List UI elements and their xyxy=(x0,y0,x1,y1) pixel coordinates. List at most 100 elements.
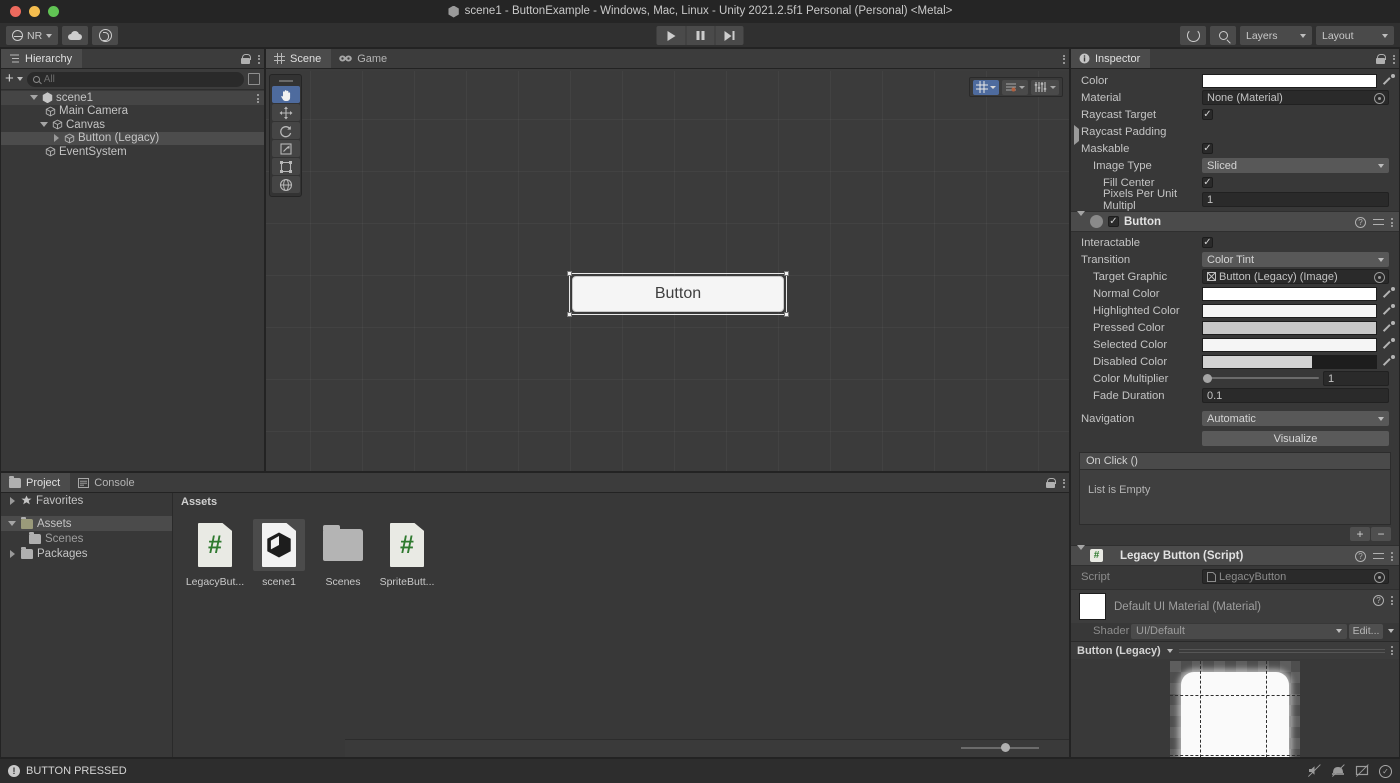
move-tool-button[interactable] xyxy=(272,104,300,121)
panel-menu-icon[interactable] xyxy=(258,55,260,64)
maskable-checkbox[interactable] xyxy=(1202,143,1213,154)
disabled-color-swatch[interactable] xyxy=(1202,355,1377,369)
selected-color-swatch[interactable] xyxy=(1202,338,1377,352)
account-button[interactable]: NR xyxy=(6,26,58,45)
eyedropper-icon[interactable] xyxy=(1384,321,1395,332)
navigation-dropdown[interactable]: Automatic xyxy=(1202,411,1389,426)
lock-icon[interactable] xyxy=(1376,54,1385,64)
tab-scene[interactable]: Scene xyxy=(266,49,331,68)
hierarchy-item-button-legacy[interactable]: Button (Legacy) xyxy=(1,132,264,146)
onclick-list[interactable]: List is Empty xyxy=(1080,470,1390,524)
panel-menu-icon[interactable] xyxy=(1063,55,1065,64)
highlighted-color-swatch[interactable] xyxy=(1202,304,1377,318)
expand-arrow-icon[interactable] xyxy=(39,122,49,127)
component-menu-icon[interactable] xyxy=(1391,596,1393,605)
remove-listener-button[interactable]: − xyxy=(1371,527,1391,541)
preset-icon[interactable] xyxy=(1373,217,1384,228)
pause-button[interactable] xyxy=(686,26,715,45)
transform-tool-button[interactable] xyxy=(272,176,300,193)
asset-item-scenes-folder[interactable]: Scenes xyxy=(311,519,375,588)
play-button[interactable] xyxy=(657,26,686,45)
chevron-down-icon[interactable] xyxy=(1388,629,1394,633)
rotate-tool-button[interactable] xyxy=(272,122,300,139)
grid-snap-button[interactable] xyxy=(973,80,999,95)
tab-console[interactable]: Console xyxy=(70,473,144,492)
hierarchy-item-main-camera[interactable]: Main Camera xyxy=(1,105,264,119)
mute-audio-icon[interactable] xyxy=(1307,764,1321,778)
search-button[interactable] xyxy=(1210,26,1236,45)
color-multiplier-slider-track[interactable] xyxy=(1205,377,1319,379)
pixels-per-unit-input[interactable]: 1 xyxy=(1202,192,1389,207)
edit-shader-button[interactable]: Edit... xyxy=(1349,624,1383,639)
collab-button[interactable] xyxy=(92,26,118,45)
button-component-header[interactable]: Button ? xyxy=(1071,211,1399,232)
rect-tool-button[interactable] xyxy=(272,158,300,175)
panel-menu-icon[interactable] xyxy=(1063,479,1065,488)
image-type-dropdown[interactable]: Sliced xyxy=(1202,158,1389,173)
material-object-field[interactable]: None (Material) xyxy=(1202,90,1389,105)
tab-inspector[interactable]: Inspector xyxy=(1071,49,1150,68)
object-picker-icon[interactable] xyxy=(1374,272,1385,283)
search-expand-icon[interactable] xyxy=(248,73,260,85)
layers-visibility-button[interactable] xyxy=(1002,80,1028,95)
target-graphic-object-field[interactable]: Button (Legacy) (Image) xyxy=(1202,269,1389,284)
hierarchy-search-input[interactable]: All xyxy=(27,72,244,87)
raycast-target-checkbox[interactable] xyxy=(1202,109,1213,120)
lock-icon[interactable] xyxy=(1046,478,1055,488)
eyedropper-icon[interactable] xyxy=(1384,355,1395,366)
pressed-color-swatch[interactable] xyxy=(1202,321,1377,335)
fade-duration-input[interactable]: 0.1 xyxy=(1202,388,1389,403)
preview-menu-icon[interactable] xyxy=(1391,646,1393,655)
component-tools-button[interactable] xyxy=(1031,80,1059,95)
object-picker-icon[interactable] xyxy=(1374,572,1385,583)
project-tree-packages[interactable]: Packages xyxy=(1,546,172,561)
zoom-slider-knob[interactable] xyxy=(1001,743,1010,752)
help-icon[interactable]: ? xyxy=(1355,217,1366,228)
preset-icon[interactable] xyxy=(1373,551,1384,562)
sprite-preview-area[interactable]: Button (Legacy) Image Size: 32x32 xyxy=(1071,659,1399,757)
undo-history-button[interactable] xyxy=(1180,26,1206,45)
tab-project[interactable]: Project xyxy=(1,473,70,492)
component-menu-icon[interactable] xyxy=(1391,552,1393,561)
normal-color-swatch[interactable] xyxy=(1202,287,1377,301)
create-object-button[interactable]: + xyxy=(5,74,23,84)
asset-zoom-slider[interactable] xyxy=(961,746,1039,749)
help-icon[interactable]: ? xyxy=(1355,551,1366,562)
row-menu-icon[interactable] xyxy=(257,94,259,103)
project-tree-scenes[interactable]: Scenes xyxy=(1,531,172,546)
button-component-enabled-checkbox[interactable] xyxy=(1108,216,1119,227)
script-component-header[interactable]: # Legacy Button (Script) ? xyxy=(1071,545,1399,566)
object-picker-icon[interactable] xyxy=(1374,93,1385,104)
layers-dropdown[interactable]: Layers xyxy=(1240,26,1312,45)
cloud-services-button[interactable] xyxy=(62,26,88,45)
component-menu-icon[interactable] xyxy=(1391,218,1393,227)
color-multiplier-slider-knob[interactable] xyxy=(1203,374,1212,383)
expand-arrow-icon[interactable] xyxy=(7,550,17,558)
hierarchy-item-scene1[interactable]: scene1 xyxy=(1,91,264,105)
mute-notifications-icon[interactable] xyxy=(1331,764,1345,778)
tab-game[interactable]: Game xyxy=(331,49,397,68)
asset-item-spritebutton[interactable]: # SpriteButt... xyxy=(375,519,439,588)
hierarchy-item-eventsystem[interactable]: EventSystem xyxy=(1,145,264,159)
project-tree-favorites[interactable]: Favorites xyxy=(1,493,172,508)
scene-viewport[interactable]: Button xyxy=(266,71,1069,471)
scale-tool-button[interactable] xyxy=(272,140,300,157)
collapse-arrow-icon[interactable] xyxy=(7,521,17,526)
eyedropper-icon[interactable] xyxy=(1384,304,1395,315)
transition-dropdown[interactable]: Color Tint xyxy=(1202,252,1389,267)
hand-tool-button[interactable] xyxy=(272,86,300,103)
step-button[interactable] xyxy=(715,26,744,45)
shader-dropdown[interactable]: UI/Default xyxy=(1131,624,1347,639)
eyedropper-icon[interactable] xyxy=(1384,287,1395,298)
visualize-button[interactable]: Visualize xyxy=(1202,431,1389,446)
fill-center-checkbox[interactable] xyxy=(1202,177,1213,188)
panel-menu-icon[interactable] xyxy=(1393,55,1395,64)
collapse-arrow-icon[interactable] xyxy=(1077,216,1085,228)
help-icon[interactable]: ? xyxy=(1373,595,1384,606)
scene-ui-button[interactable]: Button xyxy=(572,276,784,312)
disable-preview-icon[interactable] xyxy=(1355,764,1369,778)
tab-hierarchy[interactable]: Hierarchy xyxy=(1,49,82,68)
expand-arrow-icon[interactable] xyxy=(7,497,17,505)
status-ok-icon[interactable]: ✓ xyxy=(1379,765,1392,778)
asset-item-legacybutton[interactable]: # LegacyBut... xyxy=(183,519,247,588)
